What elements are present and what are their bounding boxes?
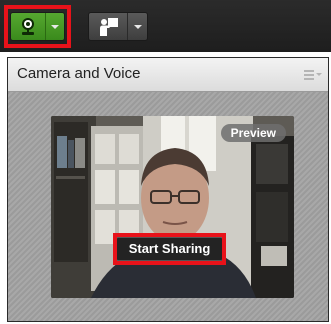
chevron-down-icon [134, 24, 142, 29]
camera-voice-pod: Camera and Voice Preview [7, 57, 329, 322]
share-options-dropdown[interactable] [128, 13, 148, 40]
camera-voice-button[interactable] [10, 12, 65, 41]
camera-toggle[interactable] [11, 13, 45, 40]
start-sharing-button[interactable]: Start Sharing [116, 237, 223, 261]
webcam-video-frame [51, 116, 294, 298]
preview-badge: Preview [220, 124, 286, 142]
webcam-preview: Preview [51, 116, 294, 298]
presenter-icon [100, 17, 118, 36]
camera-options-dropdown[interactable] [46, 13, 64, 40]
share-toggle[interactable] [89, 13, 127, 40]
share-button[interactable] [88, 12, 148, 41]
pod-body: Preview [8, 92, 328, 321]
chevron-down-icon [51, 24, 59, 29]
pod-title: Camera and Voice [17, 65, 141, 82]
webcam-icon [22, 17, 34, 35]
pod-header: Camera and Voice [8, 58, 328, 92]
meeting-toolbar [0, 0, 331, 52]
pod-menu-icon[interactable] [304, 70, 322, 80]
